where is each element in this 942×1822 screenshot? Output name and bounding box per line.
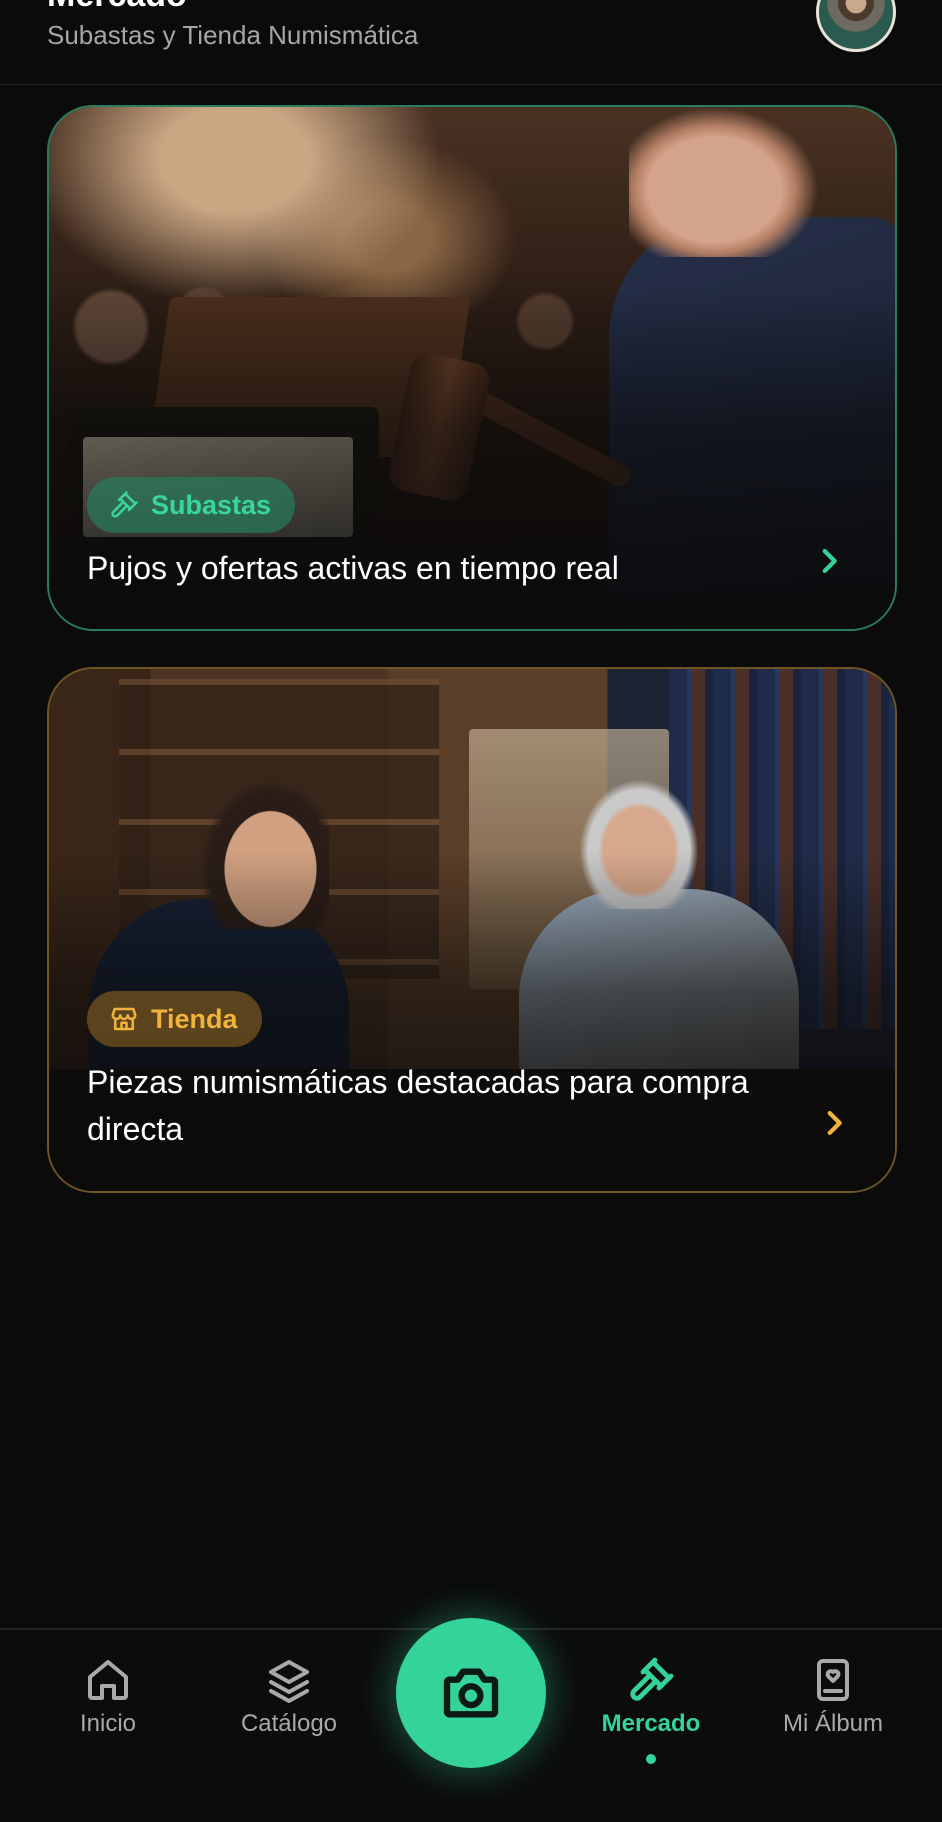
active-indicator-dot — [646, 1754, 656, 1764]
camera-icon — [443, 1668, 499, 1718]
page-subtitle: Subastas y Tienda Numismática — [47, 20, 419, 50]
store-badge-label: Tienda — [151, 1003, 238, 1034]
store-card[interactable]: Tienda Piezas numismáticas destacadas pa… — [47, 667, 897, 1193]
store-card-description: Piezas numismáticas destacadas para comp… — [87, 1064, 749, 1147]
home-icon — [88, 1660, 128, 1700]
auction-card[interactable]: Subastas Pujos y ofertas activas en tiem… — [47, 105, 897, 631]
auction-badge-label: Subastas — [151, 489, 272, 520]
auction-badge: Subastas — [87, 477, 296, 533]
album-icon — [817, 1659, 849, 1701]
nav-label-mercado: Mercado — [601, 1710, 701, 1737]
chevron-right-icon — [822, 548, 837, 574]
auction-card-description: Pujos y ofertas activas en tiempo real — [87, 550, 619, 586]
nav-label-catalogo: Catálogo — [240, 1710, 338, 1737]
bottom-nav: Inicio Catálogo Mercado Mi Álbum — [0, 1618, 942, 1822]
layers-icon — [269, 1660, 309, 1703]
page-title: Mercado — [47, 0, 187, 12]
app-header: Mercado Subastas y Tienda Numismática — [0, 0, 942, 85]
nav-item-inicio[interactable]: Inicio — [33, 1656, 183, 1738]
store-badge: Tienda — [87, 991, 262, 1047]
nav-label-inicio: Inicio — [79, 1710, 137, 1737]
gavel-icon — [630, 1657, 674, 1701]
avatar[interactable] — [816, 0, 896, 52]
gavel-icon — [111, 491, 138, 518]
nav-label-mi-album: Mi Álbum — [782, 1710, 884, 1737]
nav-item-mercado[interactable]: Mercado — [576, 1656, 726, 1738]
chevron-right-icon — [827, 1110, 842, 1136]
nav-item-catalogo[interactable]: Catálogo — [214, 1656, 364, 1738]
store-icon — [111, 1007, 137, 1031]
nav-item-mi-album[interactable]: Mi Álbum — [758, 1656, 908, 1738]
camera-button[interactable] — [396, 1618, 546, 1768]
